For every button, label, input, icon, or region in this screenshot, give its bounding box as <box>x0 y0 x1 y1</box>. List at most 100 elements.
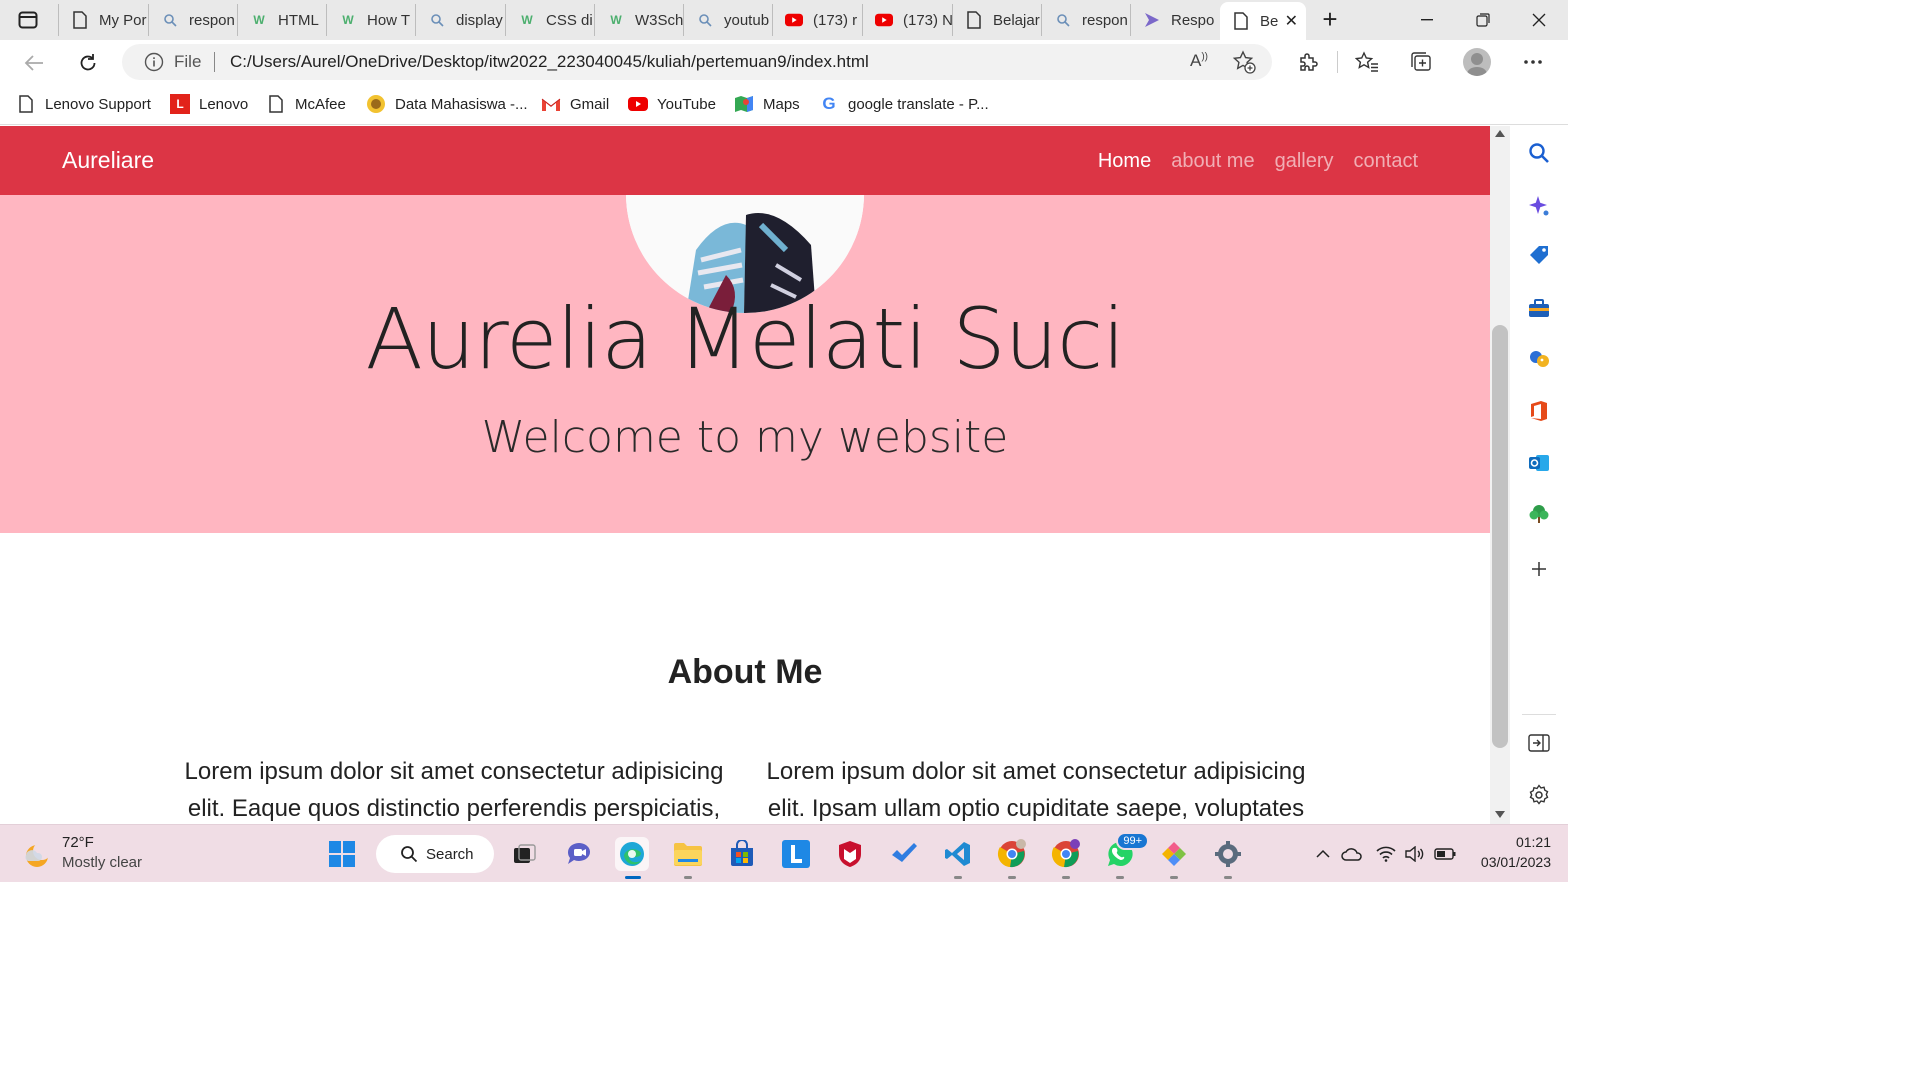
tab[interactable]: respon <box>148 4 237 36</box>
search-icon <box>428 11 446 29</box>
favorite-mcafee[interactable]: McAfee <box>266 93 346 115</box>
tab[interactable]: display <box>415 4 505 36</box>
search-icon <box>696 11 714 29</box>
sidebar-tools-icon[interactable] <box>1526 295 1552 321</box>
scroll-up-icon[interactable] <box>1495 130 1505 137</box>
mcafee-button[interactable] <box>833 837 867 871</box>
address-bar[interactable]: File C:/Users/Aurel/OneDrive/Desktop/itw… <box>122 44 1272 80</box>
running-indicator <box>1170 876 1178 879</box>
todo-button[interactable] <box>887 837 921 871</box>
url-text[interactable]: C:/Users/Aurel/OneDrive/Desktop/itw2022_… <box>230 52 869 72</box>
tab[interactable]: My Por <box>58 4 148 36</box>
favorite-data-mahasiswa[interactable]: Data Mahasiswa -... <box>366 93 528 115</box>
favorite-maps[interactable]: Maps <box>734 93 800 115</box>
sidebar-hide-icon[interactable] <box>1526 730 1552 756</box>
tab[interactable]: W W3Sch <box>594 4 683 36</box>
scroll-down-icon[interactable] <box>1495 811 1505 818</box>
tab[interactable]: W HTML <box>237 4 326 36</box>
sidebar-games-icon[interactable] <box>1526 346 1552 372</box>
tab[interactable]: (173) N <box>862 4 952 36</box>
tab[interactable]: W How T <box>326 4 415 36</box>
tab[interactable]: Respo <box>1130 4 1218 36</box>
teams-chat-button[interactable] <box>562 837 596 871</box>
volume-icon[interactable] <box>1403 843 1425 865</box>
refresh-button[interactable] <box>73 48 103 78</box>
collections-icon[interactable] <box>1408 49 1434 75</box>
scroll-thumb[interactable] <box>1492 325 1508 748</box>
clock-date[interactable]: 03/01/2023 <box>1465 854 1551 870</box>
info-icon[interactable] <box>144 52 164 72</box>
sidebar-search-icon[interactable] <box>1526 140 1552 166</box>
edge-app-button[interactable] <box>615 837 649 879</box>
start-button[interactable] <box>325 837 359 871</box>
wifi-icon[interactable] <box>1375 843 1397 865</box>
lenovo-vantage-button[interactable] <box>779 837 813 871</box>
new-tab-button[interactable]: + <box>1316 6 1344 34</box>
site-brand[interactable]: Aureliare <box>62 147 154 174</box>
tab-active[interactable]: Be ✕ <box>1220 2 1306 40</box>
checkmark-icon <box>892 843 917 862</box>
back-button[interactable] <box>19 48 49 78</box>
chrome-icon <box>1051 839 1080 868</box>
close-window-button[interactable] <box>1526 8 1552 32</box>
tab[interactable]: respon <box>1041 4 1130 36</box>
weather-temperature[interactable]: 72°F <box>62 834 94 851</box>
nav-link-home[interactable]: Home <box>1098 150 1151 173</box>
lenovo-icon: L <box>170 94 190 114</box>
nav-link-contact[interactable]: contact <box>1354 150 1418 173</box>
favorite-label: Lenovo Support <box>45 95 151 113</box>
tab[interactable]: (173) r <box>772 4 862 36</box>
chat-icon <box>567 842 590 864</box>
favorite-lenovo[interactable]: L Lenovo <box>170 93 248 115</box>
chrome-profile-2-button[interactable] <box>1049 837 1083 879</box>
tab[interactable]: youtub <box>683 4 772 36</box>
youtube-icon <box>875 11 893 29</box>
favorite-lenovo-support[interactable]: Lenovo Support <box>16 93 151 115</box>
microsoft-store-button[interactable] <box>725 837 759 871</box>
sidebar-outlook-icon[interactable] <box>1526 450 1552 476</box>
read-aloud-icon[interactable]: A)) <box>1190 51 1208 71</box>
tab-actions-button[interactable] <box>10 7 46 33</box>
profile-avatar[interactable] <box>1463 48 1491 76</box>
weather-moon-icon[interactable] <box>22 839 52 869</box>
tab[interactable]: Belajar <box>952 4 1041 36</box>
battery-icon[interactable] <box>1434 843 1456 865</box>
sidebar-shopping-icon[interactable] <box>1526 243 1552 269</box>
close-tab-icon[interactable]: ✕ <box>1285 11 1298 31</box>
add-favorite-icon[interactable] <box>1232 50 1256 79</box>
task-view-button[interactable] <box>507 837 541 871</box>
scheme-label: File <box>174 52 202 71</box>
page-scrollbar[interactable] <box>1490 126 1510 824</box>
restore-button[interactable] <box>1470 8 1496 32</box>
youtube-icon <box>785 11 803 29</box>
extensions-icon[interactable] <box>1295 49 1321 75</box>
settings-app-button[interactable] <box>1211 837 1245 879</box>
more-options-icon[interactable] <box>1520 49 1546 75</box>
vscode-button[interactable] <box>941 837 975 879</box>
sidebar-add-icon[interactable] <box>1526 556 1552 582</box>
sidebar-tree-icon[interactable] <box>1526 501 1552 527</box>
snipping-button[interactable] <box>1157 837 1191 879</box>
favorite-gmail[interactable]: Gmail <box>541 93 609 115</box>
whatsapp-button[interactable]: 99+ <box>1103 832 1149 879</box>
favorites-icon[interactable] <box>1354 49 1380 75</box>
sidebar-office-icon[interactable] <box>1526 398 1552 424</box>
chrome-profile-1-button[interactable] <box>995 837 1029 879</box>
clock-time[interactable]: 01:21 <box>1475 834 1551 850</box>
sidebar-settings-icon[interactable] <box>1526 782 1552 808</box>
minimize-button[interactable] <box>1414 8 1440 32</box>
notification-badge: 99+ <box>1116 832 1149 850</box>
weather-condition[interactable]: Mostly clear <box>62 854 142 871</box>
favorite-google-translate[interactable]: G google translate - P... <box>819 93 988 115</box>
nav-link-gallery[interactable]: gallery <box>1275 150 1334 173</box>
onedrive-cloud-icon[interactable] <box>1341 843 1363 865</box>
sidebar-discover-icon[interactable] <box>1526 193 1552 219</box>
nav-link-about-me[interactable]: about me <box>1171 150 1254 173</box>
tab-title: (173) r <box>813 11 858 29</box>
favorite-youtube[interactable]: YouTube <box>628 93 716 115</box>
taskbar-search[interactable]: Search <box>376 835 494 873</box>
file-explorer-button[interactable] <box>671 837 705 879</box>
tab[interactable]: W CSS di <box>505 4 594 36</box>
show-hidden-icons-chevron-icon[interactable] <box>1312 843 1334 865</box>
running-indicator <box>1062 876 1070 879</box>
